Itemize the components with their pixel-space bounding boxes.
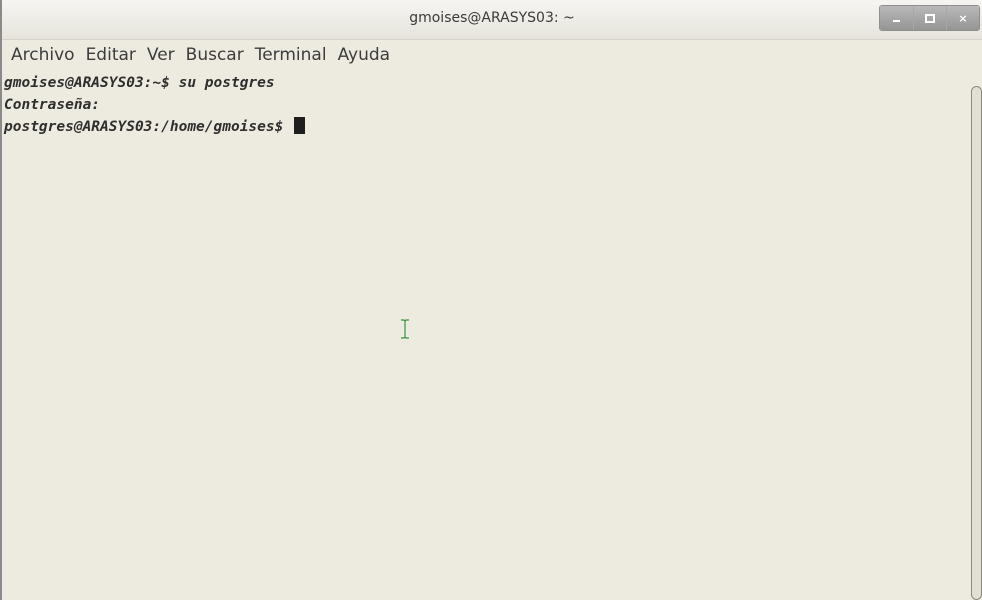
terminal-line-text: postgres@ARASYS03:/home/gmoises$ (4, 119, 293, 135)
terminal-window: gmoises@ARASYS03: ~ × Archivo Editar Ver… (0, 0, 982, 600)
close-icon: × (958, 11, 968, 25)
terminal-line-text: gmoises@ARASYS03:~$ su postgres (4, 75, 275, 91)
menu-terminal[interactable]: Terminal (254, 43, 328, 67)
text-cursor-block (294, 117, 306, 134)
vertical-scrollbar[interactable] (968, 70, 982, 600)
maximize-icon (925, 13, 935, 23)
terminal-line-text: Contraseña: (4, 97, 101, 113)
close-button[interactable]: × (946, 6, 979, 30)
maximize-button[interactable] (913, 6, 946, 30)
minimize-button[interactable] (880, 6, 913, 30)
ibeam-cursor-icon (401, 319, 409, 339)
scrollbar-thumb[interactable] (971, 86, 982, 600)
terminal-line-password-prompt: Contraseña: (4, 94, 968, 116)
terminal-output[interactable]: gmoises@ARASYS03:~$ su postgres Contrase… (2, 70, 968, 600)
terminal-line-command: gmoises@ARASYS03:~$ su postgres (4, 72, 968, 94)
menu-editar[interactable]: Editar (85, 43, 137, 67)
window-title: gmoises@ARASYS03: ~ (409, 10, 575, 26)
minimize-icon (893, 20, 900, 22)
menu-ayuda[interactable]: Ayuda (337, 43, 392, 67)
menu-bar: Archivo Editar Ver Buscar Terminal Ayuda (2, 40, 982, 70)
terminal-line-current-prompt: postgres@ARASYS03:/home/gmoises$ (4, 116, 968, 138)
menu-archivo[interactable]: Archivo (10, 43, 76, 67)
title-bar[interactable]: gmoises@ARASYS03: ~ × (2, 0, 982, 40)
menu-buscar[interactable]: Buscar (185, 43, 245, 67)
menu-ver[interactable]: Ver (146, 43, 176, 67)
window-controls: × (879, 5, 980, 31)
